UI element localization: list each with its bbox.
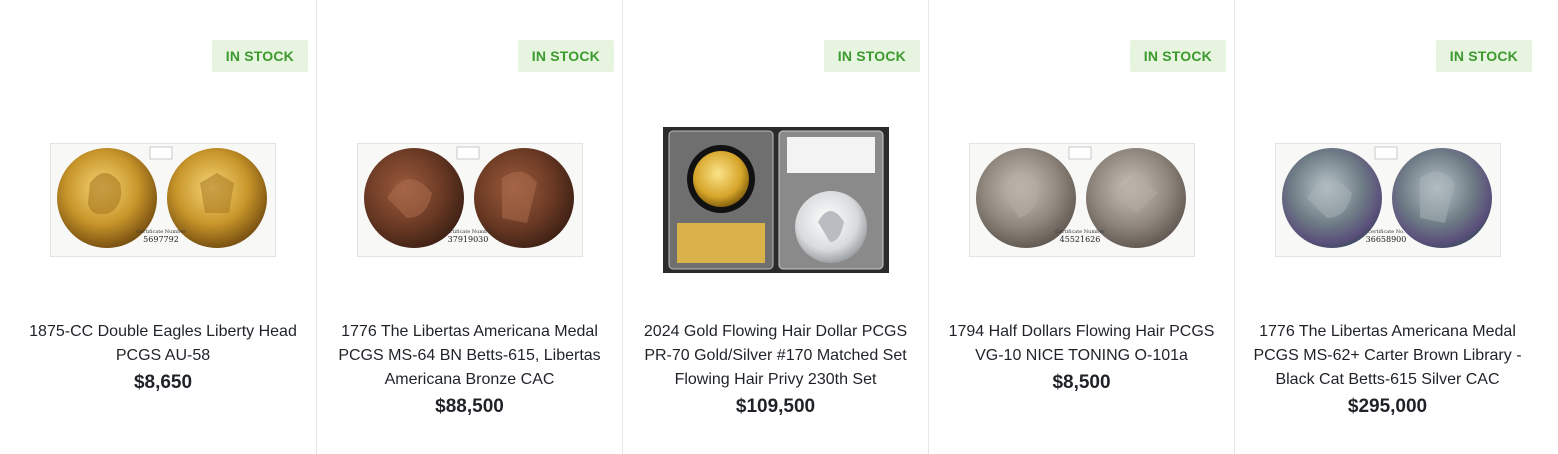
product-card[interactable]: IN STOCK Certificate No. 36658900 1776 T… bbox=[1234, 0, 1540, 454]
product-image[interactable]: Certificate Number 5697792 bbox=[10, 110, 316, 290]
product-image[interactable]: Certificate Number 37919030 bbox=[317, 110, 622, 290]
product-title[interactable]: 1875-CC Double Eagles Liberty Head PCGS … bbox=[20, 320, 306, 396]
cert-number: 45521626 bbox=[1059, 235, 1100, 244]
product-card[interactable]: IN STOCK Certificate Number 5697792 1875… bbox=[10, 0, 316, 454]
coin-pair-gold-image: Certificate Number 5697792 bbox=[50, 143, 276, 257]
coin-pair-silver-image: Certificate Number 45521626 bbox=[968, 143, 1195, 257]
slabbed-coin-set-image bbox=[662, 127, 889, 273]
product-card[interactable]: IN STOCK Certificate Number 37919030 177… bbox=[316, 0, 622, 454]
coin-pair-bronze-image: Certificate Number 37919030 bbox=[356, 143, 583, 257]
product-name[interactable]: 1776 The Libertas Americana Medal PCGS M… bbox=[1253, 323, 1521, 388]
product-title[interactable]: 2024 Gold Flowing Hair Dollar PCGS PR-70… bbox=[633, 320, 918, 420]
coin-pair-toned-silver-image: Certificate No. 36658900 bbox=[1274, 143, 1501, 257]
product-price: $8,500 bbox=[1052, 372, 1111, 393]
product-name[interactable]: 1875-CC Double Eagles Liberty Head PCGS … bbox=[29, 323, 297, 364]
product-grid: IN STOCK Certificate Number 5697792 1875… bbox=[0, 0, 1558, 454]
in-stock-badge: IN STOCK bbox=[517, 40, 614, 72]
product-image[interactable] bbox=[623, 110, 928, 290]
in-stock-badge: IN STOCK bbox=[823, 40, 920, 72]
product-price: $109,500 bbox=[735, 396, 816, 417]
product-image[interactable]: Certificate Number 45521626 bbox=[929, 110, 1234, 290]
cert-number: 37919030 bbox=[447, 235, 488, 244]
product-title[interactable]: 1776 The Libertas Americana Medal PCGS M… bbox=[1245, 320, 1530, 420]
product-price: $8,650 bbox=[133, 372, 193, 393]
product-price: $88,500 bbox=[435, 396, 504, 417]
cert-number: 36658900 bbox=[1365, 235, 1406, 244]
product-image[interactable]: Certificate No. 36658900 bbox=[1235, 110, 1540, 290]
product-card[interactable]: IN STOCK 2024 Gold Flowing Hair Dollar P… bbox=[622, 0, 928, 454]
in-stock-badge: IN STOCK bbox=[1435, 40, 1532, 72]
product-card[interactable]: IN STOCK Certificate Number 45521626 179… bbox=[928, 0, 1234, 454]
cert-number: 5697792 bbox=[143, 235, 179, 244]
product-title[interactable]: 1776 The Libertas Americana Medal PCGS M… bbox=[327, 320, 612, 420]
product-name[interactable]: 1794 Half Dollars Flowing Hair PCGS VG-1… bbox=[949, 323, 1215, 364]
product-name[interactable]: 2024 Gold Flowing Hair Dollar PCGS PR-70… bbox=[644, 323, 907, 388]
product-title[interactable]: 1794 Half Dollars Flowing Hair PCGS VG-1… bbox=[939, 320, 1224, 396]
product-name[interactable]: 1776 The Libertas Americana Medal PCGS M… bbox=[338, 323, 600, 388]
in-stock-badge: IN STOCK bbox=[1129, 40, 1226, 72]
product-price: $295,000 bbox=[1347, 396, 1428, 417]
in-stock-badge: IN STOCK bbox=[211, 40, 308, 72]
